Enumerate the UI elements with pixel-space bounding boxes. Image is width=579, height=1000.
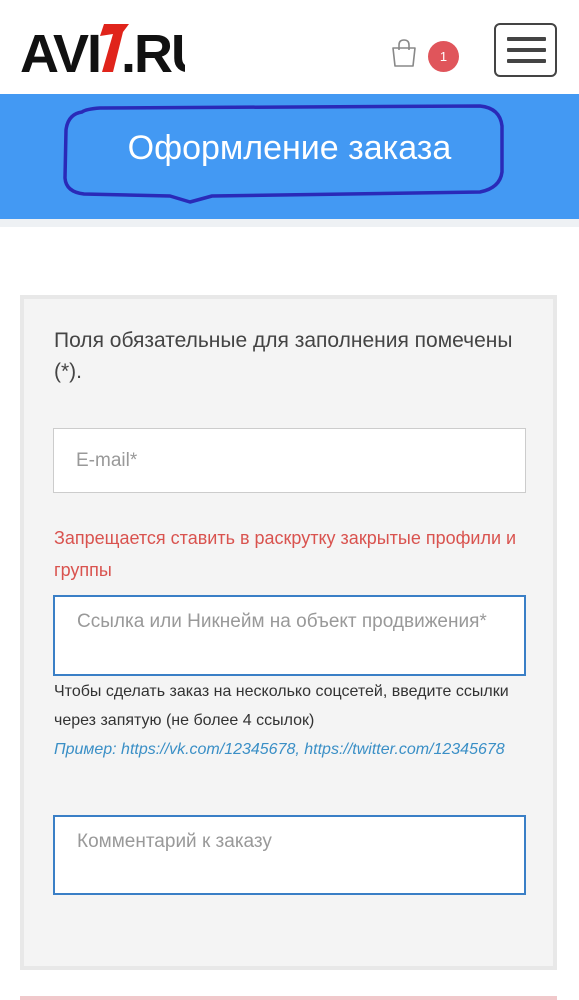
multiple-links-hint: Чтобы сделать заказ на несколько соцсете… xyxy=(54,683,509,729)
menu-bar-icon xyxy=(507,37,546,41)
email-field[interactable]: E-mail* xyxy=(53,428,526,493)
svg-text:AVI: AVI xyxy=(20,24,100,78)
cart-count-badge[interactable]: 1 xyxy=(428,41,459,72)
hamburger-menu-button[interactable] xyxy=(494,23,557,77)
page-title: Оформление заказа xyxy=(127,129,452,167)
next-section-edge xyxy=(20,996,557,1000)
links-example: Пример: https://vk.com/12345678, https:/… xyxy=(54,741,505,758)
logo-image: AVI .RU xyxy=(20,24,185,78)
required-fields-note: Поля обязательные для заполнения помечен… xyxy=(54,329,513,383)
email-placeholder: E-mail* xyxy=(76,450,138,471)
promotion-link-placeholder: Ссылка или Никнейм на объект продвижения… xyxy=(77,611,487,632)
order-comment-placeholder: Комментарий к заказу xyxy=(77,831,272,852)
closed-profiles-warning: Запрещается ставить в раскрутку закрытые… xyxy=(54,528,517,580)
order-comment-field[interactable]: Комментарий к заказу xyxy=(53,815,526,895)
site-header: AVI .RU 1 xyxy=(0,0,579,94)
menu-bar-icon xyxy=(507,48,546,52)
banner-divider xyxy=(0,219,579,227)
site-logo[interactable]: AVI .RU xyxy=(20,16,185,78)
svg-text:.RU: .RU xyxy=(121,24,185,78)
promotion-link-field[interactable]: Ссылка или Никнейм на объект продвижения… xyxy=(53,595,526,676)
menu-bar-icon xyxy=(507,59,546,63)
shopping-bag-icon[interactable] xyxy=(390,38,418,68)
